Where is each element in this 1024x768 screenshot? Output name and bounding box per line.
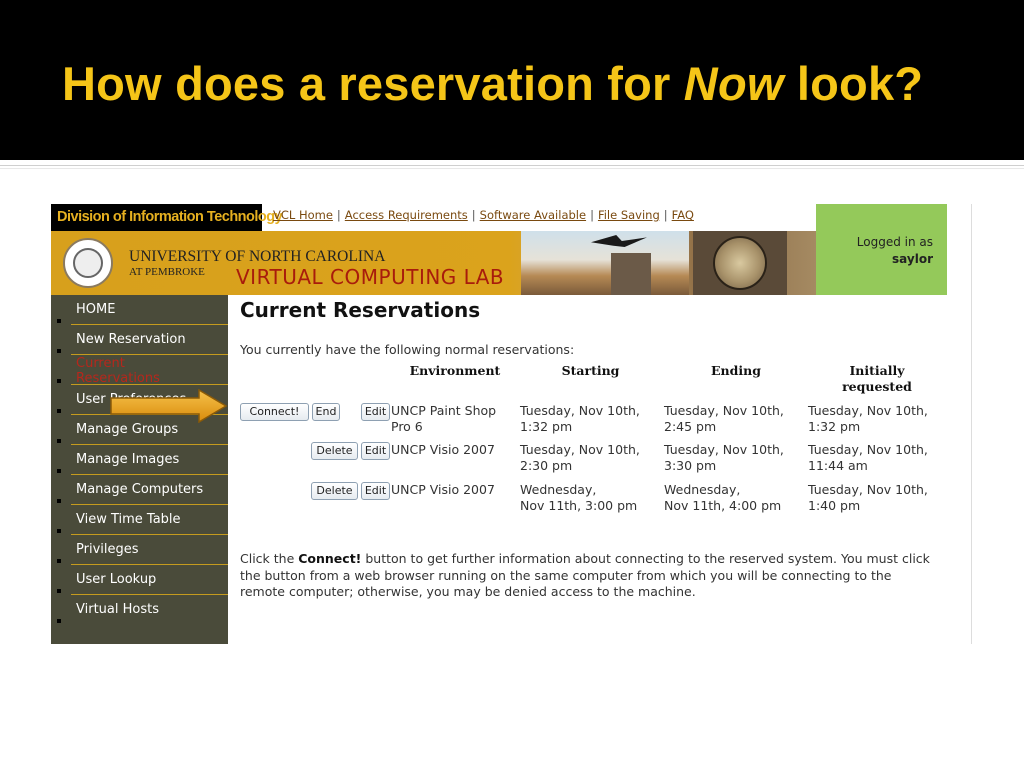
sidebar-nav: HOME New Reservation Current Reservation…: [51, 295, 228, 644]
intro-text: You currently have the following normal …: [240, 342, 575, 357]
sidebar-item-label: User Lookup: [76, 572, 157, 587]
connect-button[interactable]: Connect!: [240, 403, 309, 421]
login-username: saylor: [892, 252, 933, 266]
sidebar-item-current-reservations[interactable]: Current Reservations: [51, 355, 228, 386]
column-header-ending: Ending: [711, 363, 761, 378]
campus-photo: [521, 231, 689, 295]
cell-starting: Wednesday, Nov 11th, 3:00 pm: [520, 482, 638, 513]
slide-title: How does a reservation for Now look?: [62, 56, 923, 111]
cell-initially-requested: Tuesday, Nov 10th, 11:44 am: [808, 442, 928, 473]
slide-title-part1: How does a reservation for: [62, 57, 684, 110]
sidebar-item-label: HOME: [76, 302, 116, 317]
divider-line: [0, 165, 1024, 166]
instructions-text-1: Click the: [240, 551, 299, 566]
university-name: UNIVERSITY OF NORTH CAROLINA: [129, 248, 386, 265]
cell-ending: Tuesday, Nov 10th, 3:30 pm: [664, 442, 784, 473]
seal-center: [73, 248, 103, 278]
sidebar-item-label: Current Reservations: [76, 356, 160, 386]
link-separator: |: [590, 208, 594, 222]
instructions-bold: Connect!: [298, 551, 362, 566]
bullet-icon: [57, 619, 61, 623]
cell-ending: Wednesday, Nov 11th, 4:00 pm: [664, 482, 782, 513]
bullet-icon: [57, 469, 61, 473]
link-separator: |: [336, 208, 341, 222]
lab-title: VIRTUAL COMPUTING LAB: [236, 265, 505, 289]
sidebar-item-view-time-table[interactable]: View Time Table: [51, 505, 228, 535]
sidebar-item-privileges[interactable]: Privileges: [51, 535, 228, 565]
sidebar-item-label: Manage Groups: [76, 422, 179, 437]
bullet-icon: [57, 499, 61, 503]
university-seal-icon: [63, 238, 113, 288]
bullet-icon: [57, 349, 61, 353]
bullet-icon: [57, 529, 61, 533]
end-button[interactable]: End: [312, 403, 340, 421]
bullet-icon: [57, 379, 61, 383]
bullet-icon: [57, 559, 61, 563]
medallion-photo: [693, 231, 787, 295]
cell-environment: UNCP Paint Shop Pro 6: [391, 403, 497, 434]
cell-initially-requested: Tuesday, Nov 10th, 1:32 pm: [808, 403, 928, 434]
sidebar-item-label: Virtual Hosts: [76, 602, 159, 617]
division-banner: Division of Information Technology: [51, 204, 283, 231]
cell-starting: Tuesday, Nov 10th, 2:30 pm: [520, 442, 640, 473]
link-vcl-home[interactable]: VCL Home: [273, 208, 333, 222]
sidebar-item-label: New Reservation: [76, 332, 186, 347]
edit-button[interactable]: Edit: [361, 442, 390, 460]
edit-button[interactable]: Edit: [361, 403, 390, 421]
sidebar-item-label: View Time Table: [76, 512, 181, 527]
link-access-requirements[interactable]: Access Requirements: [345, 208, 468, 222]
cell-starting: Tuesday, Nov 10th, 1:32 pm: [520, 403, 640, 434]
connect-instructions: Click the Connect! button to get further…: [240, 551, 940, 601]
medallion-disc: [713, 236, 767, 290]
right-arrow-icon: [110, 389, 227, 423]
page-title: Current Reservations: [240, 298, 481, 322]
edit-button[interactable]: Edit: [361, 482, 390, 500]
top-links: VCL Home | Access Requirements | Software Av…: [273, 208, 694, 222]
sidebar-item-label: Manage Computers: [76, 482, 204, 497]
divider-line: [0, 168, 1024, 169]
university-campus: AT PEMBROKE: [129, 266, 205, 278]
sidebar-item-label: Privileges: [76, 542, 139, 557]
bullet-icon: [57, 409, 61, 413]
delete-button[interactable]: Delete: [311, 442, 358, 460]
link-software-available[interactable]: Software Available: [480, 208, 586, 222]
column-header-starting: Starting: [561, 363, 620, 378]
sidebar-item-new-reservation[interactable]: New Reservation: [51, 325, 228, 355]
login-box: Logged in as saylor: [816, 204, 947, 295]
sidebar-item-label: Manage Images: [76, 452, 180, 467]
vcl-banner: UNIVERSITY OF NORTH CAROLINA AT PEMBROKE…: [51, 231, 816, 295]
login-label: Logged in as: [856, 235, 933, 249]
vcl-screenshot: Division of Information Technology VCL H…: [51, 204, 972, 644]
bullet-icon: [57, 589, 61, 593]
bullet-icon: [57, 319, 61, 323]
cell-ending: Tuesday, Nov 10th, 2:45 pm: [664, 403, 784, 434]
monument-shape: [611, 253, 651, 295]
cell-environment: UNCP Visio 2007: [391, 482, 495, 497]
cell-initially-requested: Tuesday, Nov 10th, 1:40 pm: [808, 482, 928, 513]
column-header-initially-requested: Initially requested: [842, 363, 912, 394]
sidebar-item-home[interactable]: HOME: [51, 295, 228, 325]
bullet-icon: [57, 439, 61, 443]
sidebar-item-user-lookup[interactable]: User Lookup: [51, 565, 228, 595]
slide-header: How does a reservation for Now look?: [0, 0, 1024, 160]
link-faq[interactable]: FAQ: [672, 208, 694, 222]
main-content: Current Reservations You currently have …: [228, 295, 947, 644]
sidebar-item-virtual-hosts[interactable]: Virtual Hosts: [51, 595, 228, 625]
link-separator: |: [663, 208, 668, 222]
column-header-environment: Environment: [409, 363, 501, 378]
delete-button[interactable]: Delete: [311, 482, 358, 500]
cell-environment: UNCP Visio 2007: [391, 442, 495, 457]
link-file-saving[interactable]: File Saving: [598, 208, 660, 222]
link-separator: |: [471, 208, 476, 222]
sidebar-item-manage-computers[interactable]: Manage Computers: [51, 475, 228, 505]
sidebar-item-manage-images[interactable]: Manage Images: [51, 445, 228, 475]
slide-title-part2: look?: [783, 57, 924, 110]
hawk-icon: [591, 235, 647, 247]
slide-title-emphasis: Now: [683, 57, 784, 110]
